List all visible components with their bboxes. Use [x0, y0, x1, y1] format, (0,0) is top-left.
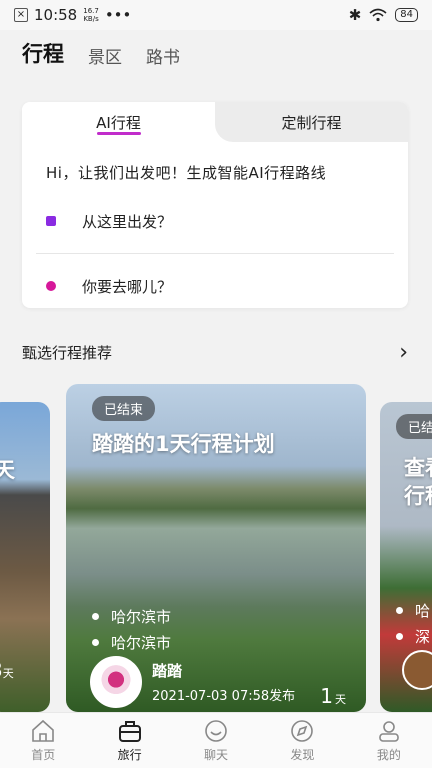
battery-icon: 84: [395, 8, 418, 22]
nav-travel[interactable]: 旅行: [86, 713, 172, 768]
recommend-header: 甄选行程推荐 ›: [22, 340, 408, 365]
trip-city: 哈: [396, 600, 430, 621]
trip-title: 查看行程: [404, 456, 432, 508]
close-notification-icon: ×: [14, 8, 28, 22]
smile-icon: [205, 720, 227, 742]
status-time: 10:58: [34, 6, 78, 24]
status-bar: × 10:58 16.7 KB/s ••• ✱ 84: [0, 0, 432, 30]
from-location-row[interactable]: 从这里出发？: [22, 195, 408, 247]
author-name: 踏踏: [152, 662, 183, 680]
nav-chat[interactable]: 聊天: [173, 713, 259, 768]
home-icon: [32, 719, 55, 742]
nav-profile[interactable]: 我的: [346, 713, 432, 768]
suitcase-icon: [118, 721, 141, 742]
plan-card: AI行程 定制行程 Hi，让我们出发吧！生成智能AI行程路线 从这里出发？ 你要…: [22, 102, 408, 308]
destination-marker-icon: [46, 281, 56, 291]
tab-scenic[interactable]: 景区: [88, 43, 122, 68]
trip-card-left[interactable]: 天 3天: [0, 402, 50, 712]
tab-underline: [96, 132, 141, 135]
trip-city: 哈尔滨市: [92, 606, 171, 627]
compass-icon: [291, 720, 314, 742]
to-location-row[interactable]: 你要去哪儿？: [22, 260, 408, 312]
wifi-icon: [369, 8, 387, 22]
nav-home[interactable]: 首页: [0, 713, 86, 768]
trip-days: 1天: [320, 684, 346, 708]
avatar[interactable]: [402, 650, 432, 690]
nav-discover[interactable]: 发现: [259, 713, 345, 768]
trip-title: 踏踏的1天行程计划: [92, 432, 275, 456]
divider: [36, 253, 394, 254]
trip-city: 哈尔滨市: [92, 632, 171, 653]
tab-custom-plan[interactable]: 定制行程: [215, 102, 408, 142]
trip-city: 深: [396, 626, 430, 647]
tab-itinerary[interactable]: 行程: [22, 38, 64, 68]
trip-card-right[interactable]: 已结 查看行程 哈 深: [380, 402, 432, 712]
more-dots-icon: •••: [104, 6, 132, 24]
user-icon: [379, 721, 399, 742]
trip-card-main[interactable]: 已结束 踏踏的1天行程计划 哈尔滨市 哈尔滨市 踏踏 2021-07-03 07…: [66, 384, 366, 712]
tab-roadbook[interactable]: 路书: [146, 43, 180, 68]
publish-date: 2021-07-03 07:58发布: [152, 689, 296, 704]
network-speed: 16.7 KB/s: [83, 7, 99, 23]
origin-marker-icon: [46, 216, 56, 226]
tab-ai-plan[interactable]: AI行程: [22, 102, 215, 142]
top-tabs: 行程 景区 路书: [22, 38, 180, 68]
greeting-text: Hi，让我们出发吧！生成智能AI行程路线: [46, 164, 327, 182]
author-row: 踏踏 2021-07-03 07:58发布 1天: [90, 656, 346, 708]
trip-days: 3天: [0, 658, 14, 682]
bottom-nav: 首页 旅行 聊天 发现 我的: [0, 712, 432, 768]
avatar[interactable]: [90, 656, 142, 708]
bluetooth-icon: ✱: [348, 6, 362, 24]
chevron-right-icon[interactable]: ›: [399, 340, 408, 365]
status-badge: 已结束: [92, 396, 156, 421]
status-badge: 已结: [396, 414, 432, 439]
recommend-title: 甄选行程推荐: [22, 344, 113, 362]
